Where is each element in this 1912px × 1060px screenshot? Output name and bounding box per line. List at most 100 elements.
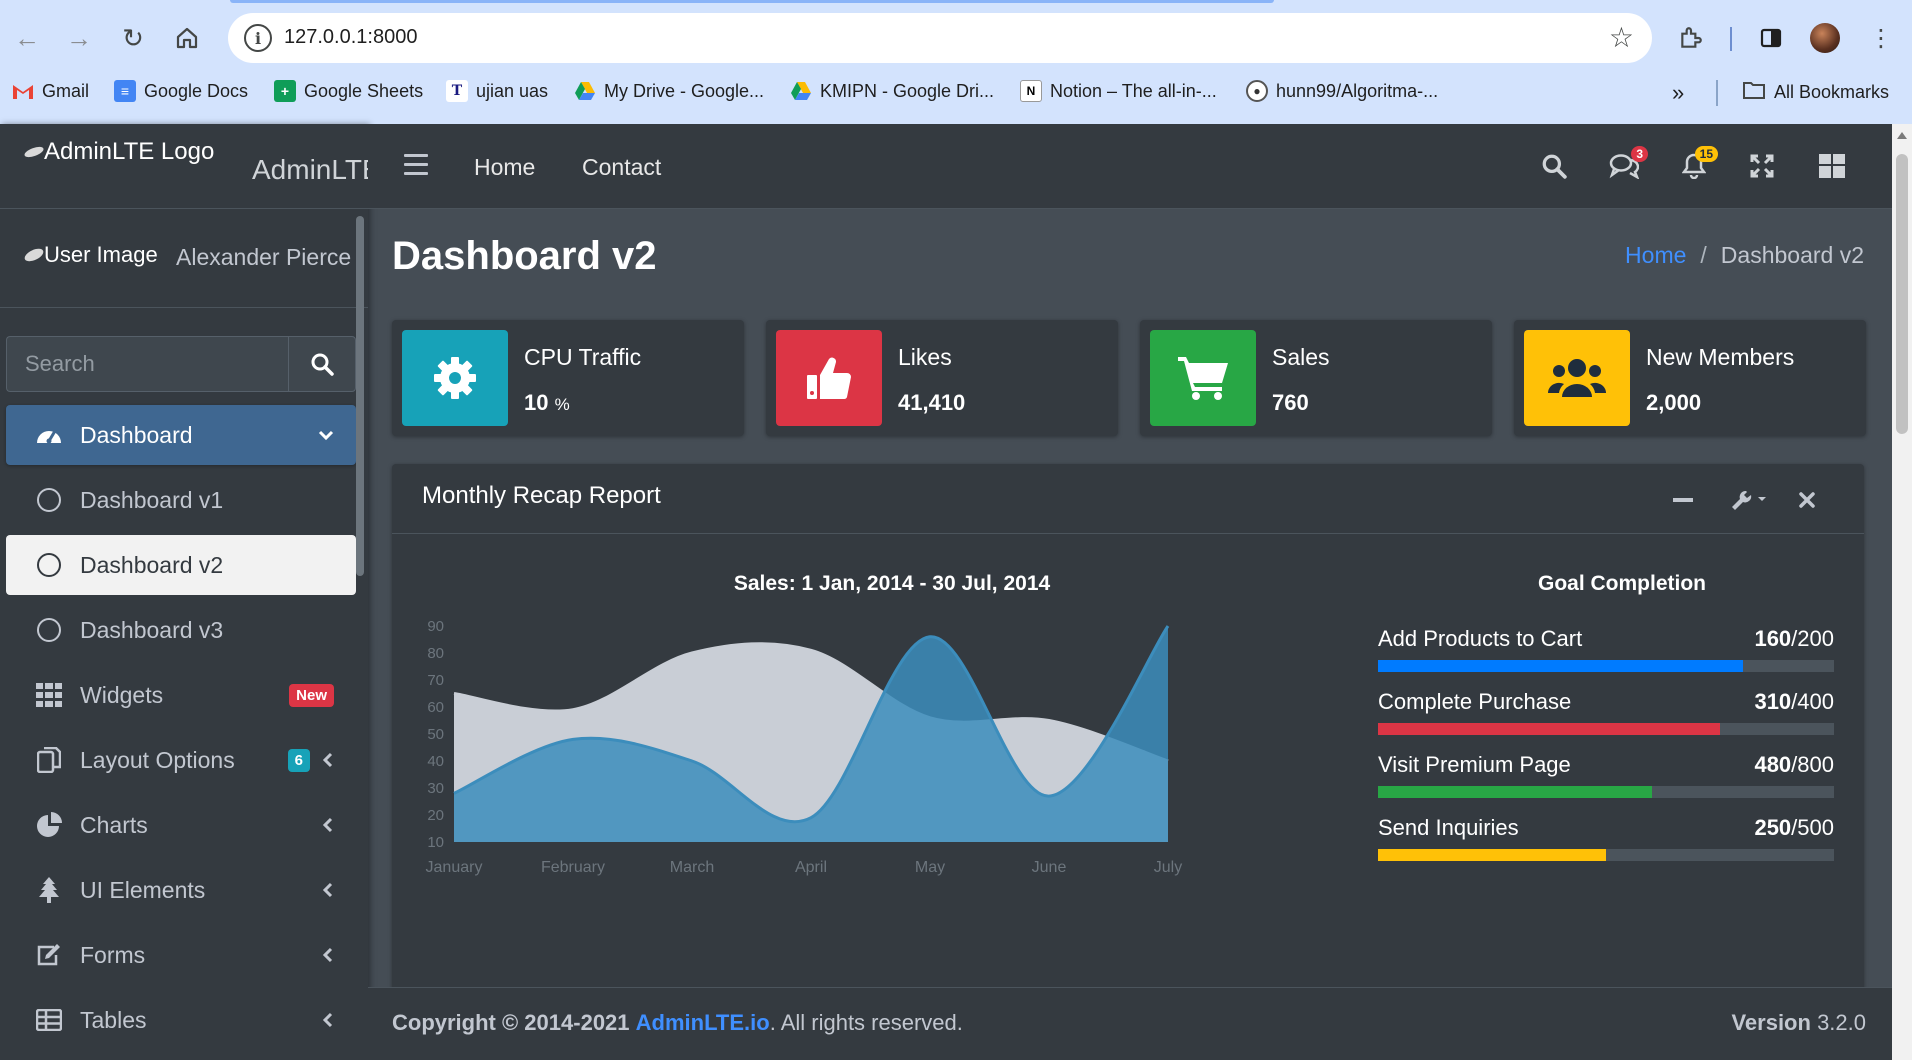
control-sidebar-icon[interactable] — [1814, 148, 1850, 184]
goal-value: 160/200 — [1754, 626, 1834, 651]
sidebar-item-dashboard-v1[interactable]: Dashboard v1 — [6, 470, 356, 530]
monthly-recap-card: Monthly Recap Report Sales: 1 Jan, 2014 … — [392, 464, 1864, 1060]
sidebar-item-charts[interactable]: Charts — [6, 795, 356, 855]
sidebar-scrollbar[interactable] — [356, 216, 364, 576]
sidebar-item-label: Dashboard v3 — [80, 616, 224, 643]
y-tick-label: 40 — [427, 753, 444, 770]
bookmark-my-drive[interactable]: My Drive - Google... — [574, 80, 764, 102]
breadcrumb-separator: / — [1700, 242, 1707, 268]
wrench-dropdown-icon[interactable] — [1726, 486, 1774, 514]
card-header: Monthly Recap Report — [392, 464, 1864, 534]
sidebar-item-dashboard[interactable]: Dashboard — [6, 405, 356, 465]
back-icon[interactable]: ← — [8, 19, 46, 57]
bookmark-label: KMIPN - Google Dri... — [820, 80, 995, 101]
notifications-bell-icon[interactable]: 15 — [1676, 146, 1718, 184]
gmail-icon — [12, 80, 34, 102]
page-scrollbar[interactable] — [1892, 124, 1912, 1060]
sidebar-item-tables[interactable]: Tables — [6, 990, 356, 1050]
breadcrumb-home-link[interactable]: Home — [1625, 242, 1686, 268]
chevron-left-icon — [322, 947, 333, 963]
goal-progress-group: Add Products to Cart 160/200 — [1378, 626, 1834, 672]
bookmark-gmail[interactable]: Gmail — [12, 80, 89, 102]
goal-label-row: Add Products to Cart 160/200 — [1378, 626, 1834, 652]
url-text[interactable]: 127.0.0.1:8000 — [284, 26, 417, 49]
browser-menu-icon[interactable]: ⋮ — [1862, 19, 1900, 57]
home-icon[interactable] — [168, 19, 206, 57]
scrollbar-thumb[interactable] — [1896, 154, 1908, 434]
x-tick-label: February — [541, 859, 605, 876]
pie-chart-icon — [34, 812, 64, 838]
sidebar-item-ui-elements[interactable]: UI Elements — [6, 860, 356, 920]
y-tick-label: 50 — [427, 726, 444, 743]
close-icon[interactable] — [1790, 486, 1824, 514]
circle-icon — [37, 488, 61, 512]
site-info-icon[interactable]: i — [244, 24, 272, 52]
bookmark-star-icon[interactable]: ☆ — [1609, 21, 1634, 54]
sidebar-item-label: Dashboard v1 — [80, 486, 224, 513]
th-icon — [34, 683, 64, 707]
goal-progress-group: Complete Purchase 310/400 — [1378, 689, 1834, 735]
notifications-badge: 15 — [1694, 146, 1718, 162]
info-box-number: 2,000 — [1646, 390, 1702, 415]
info-box-cpu-traffic: CPU Traffic 10 % — [392, 320, 744, 436]
nav-link-home[interactable]: Home — [474, 154, 535, 181]
bookmarks-divider — [1716, 80, 1718, 106]
more-bookmarks-button[interactable]: » — [1672, 80, 1684, 106]
sidebar-item-dashboard-v2[interactable]: Dashboard v2 — [6, 535, 356, 595]
chevron-left-icon — [322, 752, 333, 768]
sidebar-search-button[interactable] — [288, 336, 356, 392]
sidebar-search-input[interactable] — [6, 336, 288, 392]
bookmark-label: ujian uas — [476, 80, 549, 101]
bookmark-label: hunn99/Algoritma-... — [1276, 80, 1439, 101]
users-icon — [1524, 330, 1630, 426]
main-sidebar: AdminLTE Logo AdminLTE 3 User Image Alex… — [0, 124, 404, 1060]
card-title: Monthly Recap Report — [422, 482, 661, 509]
progress-bar — [1378, 660, 1834, 672]
info-box-likes: Likes 41,410 — [766, 320, 1118, 436]
brand-link[interactable]: AdminLTE Logo AdminLTE 3 — [0, 124, 404, 209]
admin-page: AdminLTE Logo AdminLTE 3 User Image Alex… — [0, 124, 1892, 1060]
active-tab[interactable] — [230, 0, 1274, 3]
bookmark-github[interactable]: ● hunn99/Algoritma-... — [1246, 80, 1438, 102]
y-tick-label: 20 — [427, 807, 444, 824]
scroll-up-arrow-icon[interactable] — [1897, 132, 1907, 139]
bookmark-notion[interactable]: N Notion – The all-in-... — [1020, 80, 1217, 102]
collapse-minus-icon[interactable] — [1666, 486, 1700, 514]
hamburger-menu-icon[interactable] — [404, 154, 428, 181]
x-tick-label: January — [426, 859, 483, 876]
nav-link-contact[interactable]: Contact — [582, 154, 661, 181]
profile-avatar[interactable] — [1806, 19, 1844, 57]
notion-icon: N — [1020, 80, 1042, 102]
circle-icon — [37, 618, 61, 642]
x-tick-label: May — [915, 859, 945, 876]
extensions-icon[interactable] — [1672, 19, 1710, 57]
navbar-search-icon[interactable] — [1536, 148, 1572, 184]
info-box-text: Likes — [898, 344, 952, 370]
count-badge: 6 — [287, 748, 310, 772]
side-panel-icon[interactable] — [1752, 19, 1790, 57]
info-box-number: 10 % — [524, 390, 570, 415]
bookmark-google-docs[interactable]: ≡ Google Docs — [114, 80, 248, 102]
messages-icon[interactable]: 3 — [1606, 146, 1648, 184]
reload-icon[interactable]: ↻ — [114, 19, 152, 57]
sidebar-item-label: Dashboard — [80, 421, 193, 448]
drive-icon — [574, 80, 596, 102]
bookmark-google-sheets[interactable]: + Google Sheets — [274, 80, 423, 102]
chevron-down-icon — [318, 430, 334, 441]
sidebar-item-label: UI Elements — [80, 876, 206, 903]
bookmark-ujian-uas[interactable]: T ujian uas — [446, 80, 548, 102]
sidebar-item-dashboard-v3[interactable]: Dashboard v3 — [6, 600, 356, 660]
bookmark-kmipn[interactable]: KMIPN - Google Dri... — [790, 80, 994, 102]
address-bar[interactable]: i 127.0.0.1:8000 ☆ — [228, 13, 1652, 63]
info-box-number: 41,410 — [898, 390, 966, 415]
sidebar-item-layout-options[interactable]: Layout Options 6 — [6, 730, 356, 790]
fullscreen-icon[interactable] — [1744, 148, 1780, 184]
goal-label-row: Complete Purchase 310/400 — [1378, 689, 1834, 715]
sidebar-item-widgets[interactable]: Widgets New — [6, 665, 356, 725]
user-name-link[interactable]: Alexander Pierce — [176, 244, 351, 271]
adminlte-link[interactable]: AdminLTE.io — [636, 1010, 770, 1035]
sidebar-item-forms[interactable]: Forms — [6, 925, 356, 985]
all-bookmarks-button[interactable]: All Bookmarks — [1742, 80, 1889, 105]
forward-icon[interactable]: → — [60, 19, 98, 57]
sidebar-item-label: Dashboard v2 — [80, 551, 224, 578]
